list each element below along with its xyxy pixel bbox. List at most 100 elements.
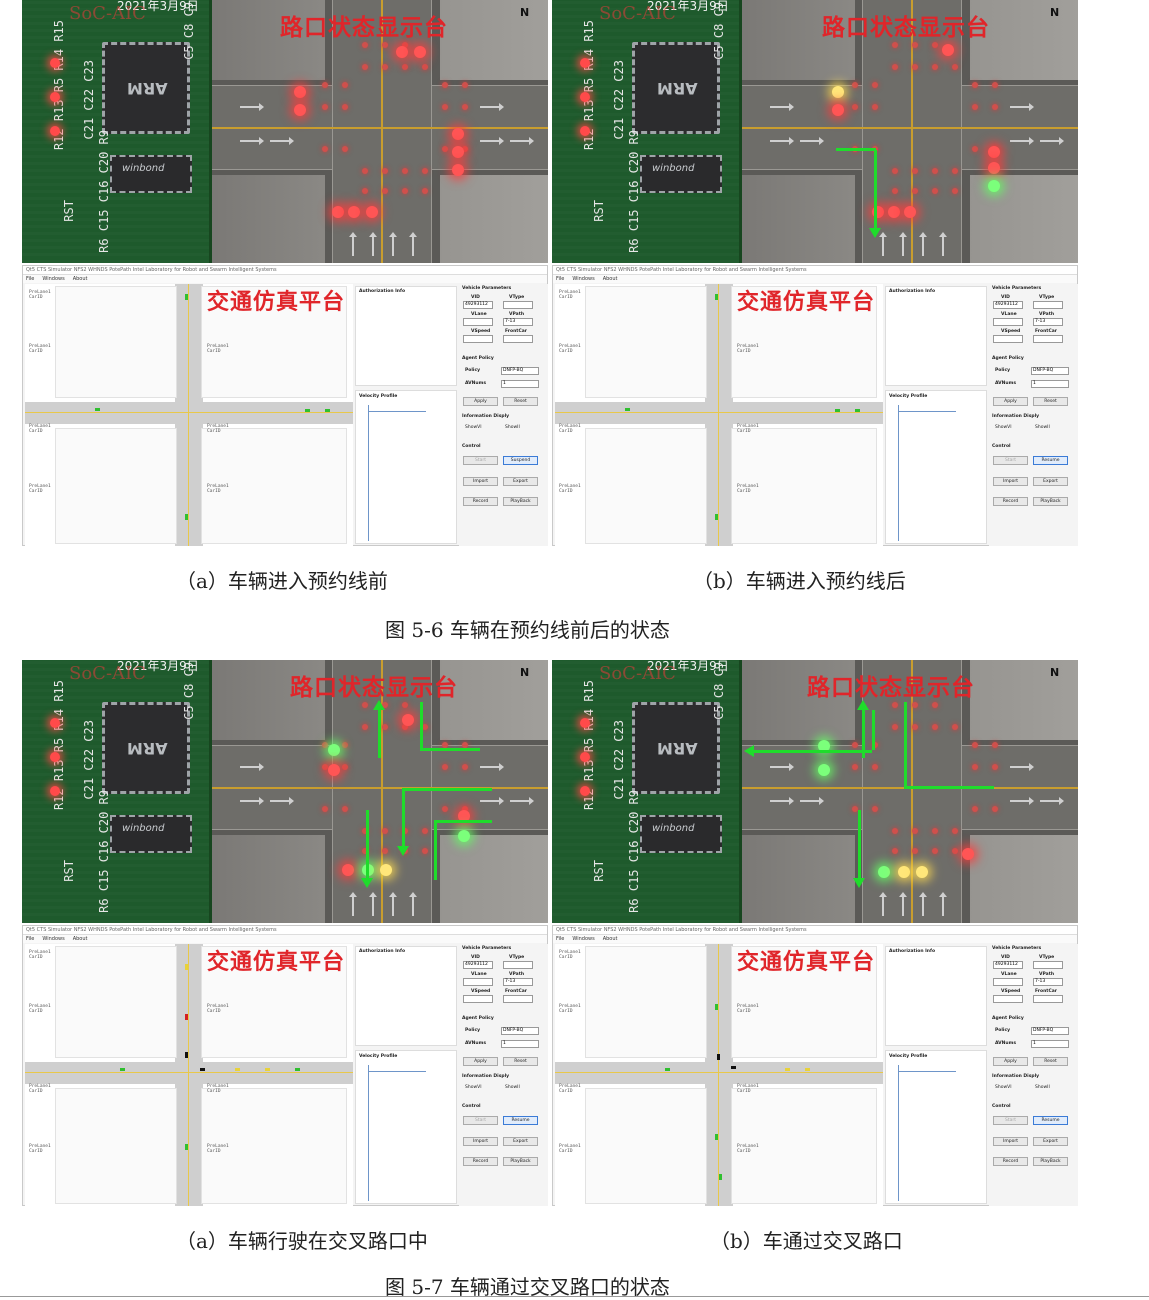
menu-item-windows[interactable]: Windows	[42, 936, 64, 942]
control-toggle-button[interactable]: Resume	[503, 1116, 538, 1125]
vlane-field[interactable]	[993, 978, 1023, 986]
control-toggle-button[interactable]: Resume	[1033, 456, 1068, 465]
show-vi-checkbox[interactable]: ShowVI	[995, 425, 1012, 430]
menu-item-windows[interactable]: Windows	[572, 276, 594, 282]
show-vi-checkbox[interactable]: ShowVI	[995, 1085, 1012, 1090]
start-button[interactable]: Start	[993, 1116, 1028, 1125]
export-button[interactable]: Export	[503, 477, 538, 486]
start-button[interactable]: Start	[993, 456, 1028, 465]
reset-button[interactable]: Reset	[503, 397, 538, 406]
show-vi-checkbox[interactable]: ShowVI	[465, 425, 482, 430]
record-button[interactable]: Record	[993, 1157, 1028, 1166]
start-button[interactable]: Start	[463, 456, 498, 465]
vid-field[interactable]: 49293112	[463, 301, 493, 309]
policy-select[interactable]: DNFP-BQ	[501, 1027, 539, 1035]
vlane-field[interactable]	[463, 318, 493, 326]
vtype-field[interactable]	[1033, 961, 1063, 969]
import-button[interactable]: Import	[993, 1137, 1028, 1146]
import-button[interactable]: Import	[463, 1137, 498, 1146]
led-dot	[892, 702, 898, 708]
menu-item-about[interactable]: About	[73, 936, 88, 942]
frontcar-field[interactable]	[503, 995, 533, 1003]
led-dot	[912, 64, 918, 70]
avnums-select[interactable]: 1	[501, 380, 539, 388]
frontcar-field[interactable]	[1033, 335, 1063, 343]
vspeed-field[interactable]	[463, 995, 493, 1003]
vid-field[interactable]: 49293112	[993, 961, 1023, 969]
vspeed-field[interactable]	[993, 995, 1023, 1003]
start-button[interactable]: Start	[463, 1116, 498, 1125]
menu-item-about[interactable]: About	[73, 276, 88, 282]
import-button[interactable]: Import	[463, 477, 498, 486]
frontcar-field[interactable]	[503, 335, 533, 343]
vtype-field[interactable]	[503, 961, 533, 969]
frontcar-field[interactable]	[1033, 995, 1063, 1003]
reset-button[interactable]: Reset	[1033, 1057, 1068, 1066]
avnums-select[interactable]: 1	[501, 1040, 539, 1048]
playback-button[interactable]: PlayBack	[503, 497, 538, 506]
playback-button[interactable]: PlayBack	[503, 1157, 538, 1166]
lane-info-text: PreLane1 CarID	[737, 344, 759, 354]
record-button[interactable]: Record	[463, 1157, 498, 1166]
menu-item-file[interactable]: File	[556, 936, 564, 942]
policy-select[interactable]: DNFP-BQ	[1031, 367, 1069, 375]
vpath-field[interactable]: 7-13	[1033, 318, 1063, 326]
avnums-select[interactable]: 1	[1031, 1040, 1069, 1048]
control-toggle-button[interactable]: Resume	[1033, 1116, 1068, 1125]
policy-select[interactable]: DNFP-BQ	[501, 367, 539, 375]
circuit-board: ARM winbond R12 R13 R5 R14 R15 C21 C22 C23 C…	[552, 660, 742, 923]
vpath-field[interactable]: 7-13	[503, 978, 533, 986]
playback-button[interactable]: PlayBack	[1033, 497, 1068, 506]
export-button[interactable]: Export	[1033, 477, 1068, 486]
vspeed-field[interactable]	[993, 335, 1023, 343]
show-vi-checkbox[interactable]: ShowVI	[465, 1085, 482, 1090]
led-dot	[952, 64, 958, 70]
menu-item-about[interactable]: About	[603, 276, 618, 282]
show-ii-checkbox[interactable]: ShowII	[505, 425, 520, 430]
record-button[interactable]: Record	[993, 497, 1028, 506]
frontcar-label: FrontCar	[505, 989, 528, 994]
reset-button[interactable]: Reset	[1033, 397, 1068, 406]
playback-button[interactable]: PlayBack	[1033, 1157, 1068, 1166]
board-photo: ARM winbond R12 R13 R5 R14 R15 C21 C22 C23 C…	[22, 660, 548, 923]
signal-light	[328, 744, 340, 756]
vid-field[interactable]: 49293112	[463, 961, 493, 969]
vtype-field[interactable]	[503, 301, 533, 309]
vpath-field[interactable]: 7-13	[1033, 978, 1063, 986]
menu-item-file[interactable]: File	[26, 276, 34, 282]
control-toggle-button[interactable]: Suspend	[503, 456, 538, 465]
reset-button[interactable]: Reset	[503, 1057, 538, 1066]
signal-light	[458, 830, 470, 842]
policy-select[interactable]: DNFP-BQ	[1031, 1027, 1069, 1035]
import-button[interactable]: Import	[993, 477, 1028, 486]
menu-item-windows[interactable]: Windows	[572, 936, 594, 942]
vtype-field[interactable]	[1033, 301, 1063, 309]
apply-button[interactable]: Apply	[463, 1057, 498, 1066]
pcb-led	[580, 786, 590, 796]
led-dot	[892, 168, 898, 174]
show-ii-checkbox[interactable]: ShowII	[1035, 1085, 1050, 1090]
export-button[interactable]: Export	[1033, 1137, 1068, 1146]
vpath-field[interactable]: 7-13	[503, 318, 533, 326]
menu-item-file[interactable]: File	[556, 276, 564, 282]
menu-item-file[interactable]: File	[26, 936, 34, 942]
record-button[interactable]: Record	[463, 497, 498, 506]
apply-button[interactable]: Apply	[463, 397, 498, 406]
vlane-field[interactable]	[993, 318, 1023, 326]
lane-info-text: PreLane1 CarID	[559, 424, 581, 434]
export-button[interactable]: Export	[503, 1137, 538, 1146]
menu-item-about[interactable]: About	[603, 936, 618, 942]
vid-field[interactable]: 49293112	[993, 301, 1023, 309]
menu-item-windows[interactable]: Windows	[42, 276, 64, 282]
apply-button[interactable]: Apply	[993, 397, 1028, 406]
vspeed-field[interactable]	[463, 335, 493, 343]
lane-info-text: PreLane1 CarID	[737, 1084, 759, 1094]
apply-button[interactable]: Apply	[993, 1057, 1028, 1066]
show-ii-checkbox[interactable]: ShowII	[1035, 425, 1050, 430]
vlane-field[interactable]	[463, 978, 493, 986]
vpath-label: VPath	[1039, 312, 1055, 317]
agent-policy-label: Agent Policy	[462, 1016, 494, 1021]
show-ii-checkbox[interactable]: ShowII	[505, 1085, 520, 1090]
signal-light	[342, 864, 354, 876]
avnums-select[interactable]: 1	[1031, 380, 1069, 388]
